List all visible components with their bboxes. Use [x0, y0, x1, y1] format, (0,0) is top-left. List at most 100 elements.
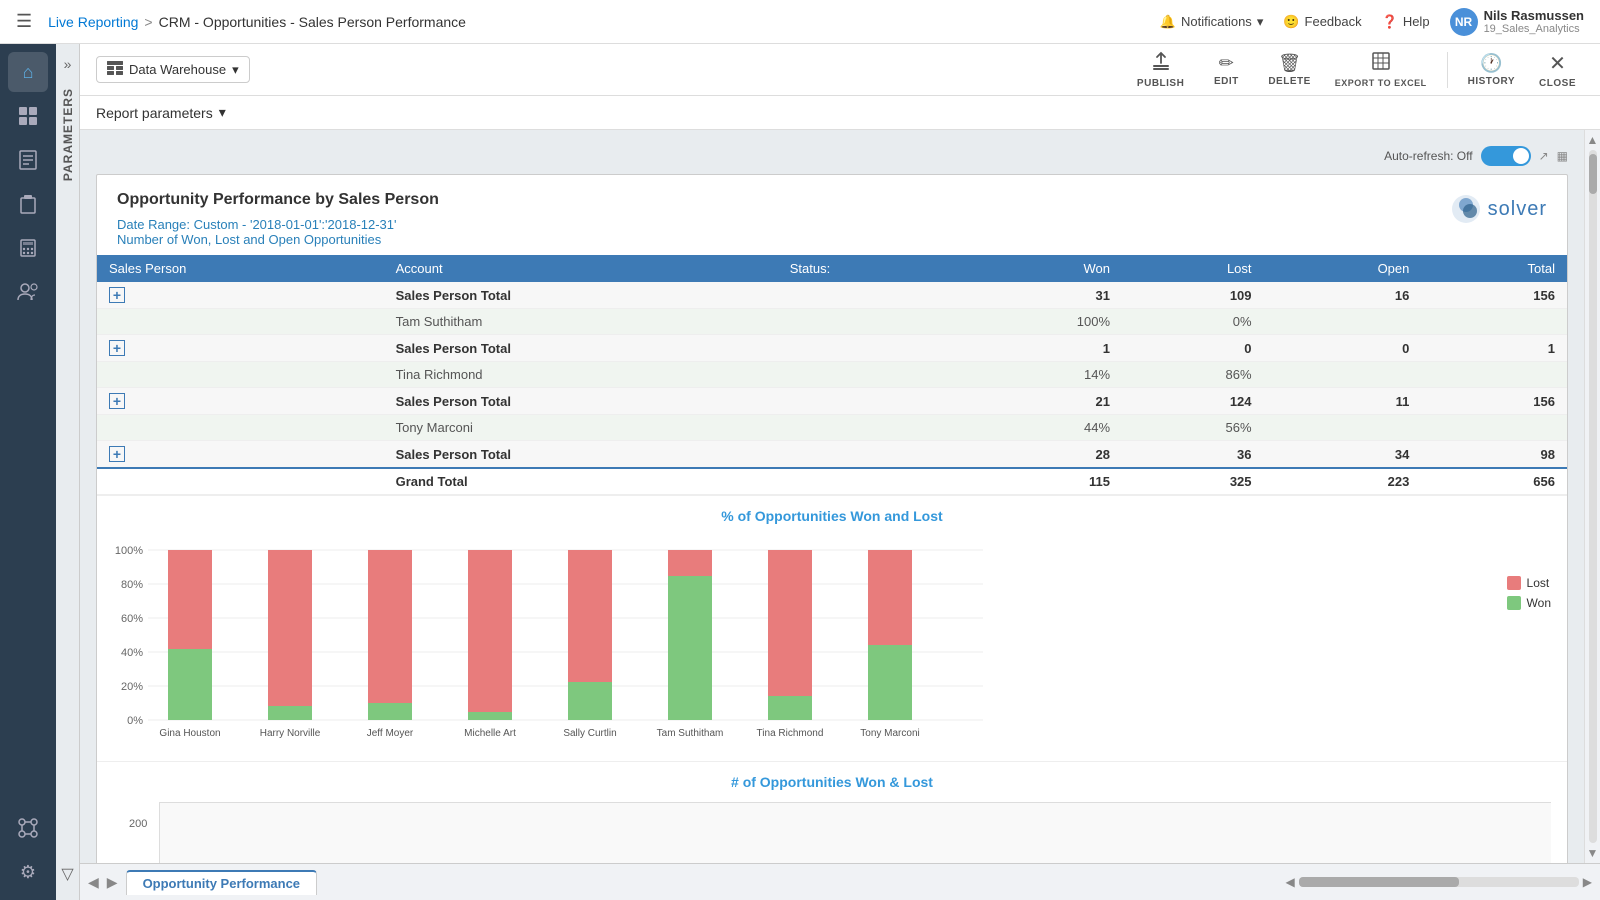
svg-text:Sally Curtlin: Sally Curtlin: [563, 728, 616, 739]
content-area: Data Warehouse ▾ PUBLISH ✏: [80, 44, 1600, 900]
svg-text:40%: 40%: [121, 647, 143, 659]
h-scroll-track[interactable]: [1299, 877, 1579, 887]
svg-text:Tony Marconi: Tony Marconi: [860, 728, 919, 739]
sidebar-item-users[interactable]: [8, 272, 48, 312]
breadcrumb: Live Reporting > CRM - Opportunities - S…: [48, 14, 466, 30]
sidebar-item-calculator[interactable]: [8, 228, 48, 268]
table-row: Tam Suthitham 100% 0%: [97, 309, 1567, 335]
report-panel: Opportunity Performance by Sales Person …: [96, 174, 1568, 863]
breadcrumb-current: CRM - Opportunities - Sales Person Perfo…: [159, 14, 466, 30]
expand-button[interactable]: +: [109, 340, 125, 356]
col-won: Won: [960, 255, 1122, 282]
tab-opportunity-performance[interactable]: Opportunity Performance: [126, 870, 317, 895]
col-sales-person: Sales Person: [97, 255, 384, 282]
expand-button[interactable]: +: [109, 446, 125, 462]
table-row: + Sales Person Total 1 0 0 1: [97, 335, 1567, 362]
feedback-button[interactable]: 🙂 Feedback: [1283, 14, 1361, 30]
vertical-scrollbar[interactable]: ▲ ▼: [1584, 130, 1600, 863]
feedback-label: Feedback: [1305, 14, 1362, 29]
table-row: Tina Richmond 14% 86%: [97, 362, 1567, 388]
chart1-wrapper: 100% 80% 60% 40% 20% 0%: [113, 536, 1551, 749]
sidebar-item-dashboard[interactable]: [8, 96, 48, 136]
auto-refresh-toggle[interactable]: [1481, 146, 1531, 166]
bottom-area: ◀ ▶ Opportunity Performance ◀ ▶: [80, 863, 1600, 900]
breadcrumb-live-reporting[interactable]: Live Reporting: [48, 14, 138, 30]
report-subtitle: Number of Won, Lost and Open Opportuniti…: [117, 232, 439, 247]
legend-won-label: Won: [1527, 596, 1551, 610]
total-label: Sales Person Total: [384, 282, 778, 309]
table-row: Tony Marconi 44% 56%: [97, 415, 1567, 441]
h-scroll-btn-left[interactable]: ◀: [1286, 875, 1295, 889]
svg-text:Tina Richmond: Tina Richmond: [757, 728, 824, 739]
scrollbar-thumb[interactable]: [1589, 154, 1597, 194]
scroll-down-button[interactable]: ▼: [1587, 847, 1599, 859]
tab-next-button[interactable]: ▶: [107, 874, 118, 891]
sidebar-item-settings[interactable]: ⚙: [8, 852, 48, 892]
chart1-legend: Lost Won: [1507, 536, 1551, 749]
auto-refresh-label: Auto-refresh: Off: [1384, 149, 1472, 163]
notifications-button[interactable]: 🔔 Notifications ▾: [1160, 14, 1264, 30]
svg-text:20%: 20%: [121, 681, 143, 693]
left-sidebar: ⌂: [0, 44, 56, 900]
hamburger-icon[interactable]: ☰: [16, 11, 32, 32]
history-button[interactable]: 🕐 HISTORY: [1460, 49, 1523, 91]
chart1-section: % of Opportunities Won and Lost 100% 80%…: [97, 495, 1567, 761]
solver-text: solver: [1488, 198, 1547, 221]
horizontal-scroll: ◀ ▶: [1286, 875, 1592, 889]
export-label: EXPORT TO EXCEL: [1335, 78, 1427, 88]
secondary-sidebar: » Parameters ▽: [56, 44, 80, 900]
tab-prev-button[interactable]: ◀: [88, 874, 99, 891]
notifications-chevron: ▾: [1257, 14, 1264, 30]
sidebar-item-reports[interactable]: [8, 140, 48, 180]
col-open: Open: [1264, 255, 1422, 282]
external-link-icon[interactable]: ↗: [1539, 149, 1549, 163]
tab-bar: ◀ ▶ Opportunity Performance ◀ ▶: [80, 864, 1600, 900]
svg-text:80%: 80%: [121, 579, 143, 591]
user-profile[interactable]: NR Nils Rasmussen 19_Sales_Analytics: [1450, 8, 1584, 36]
col-account: Account: [384, 255, 778, 282]
expand-button[interactable]: +: [109, 287, 125, 303]
close-icon: ✕: [1549, 51, 1566, 76]
grid-view-icon[interactable]: ▦: [1557, 149, 1568, 163]
col-status: Status:: [778, 255, 960, 282]
grand-total-row: Grand Total 115 325 223 656: [97, 468, 1567, 495]
delete-button[interactable]: 🗑 DELETE: [1260, 49, 1318, 91]
data-warehouse-button[interactable]: Data Warehouse ▾: [96, 56, 250, 83]
export-excel-button[interactable]: EXPORT TO EXCEL: [1327, 47, 1435, 92]
main-layout: ⌂: [0, 44, 1600, 900]
toolbar: Data Warehouse ▾ PUBLISH ✏: [80, 44, 1600, 96]
help-label: Help: [1403, 14, 1430, 29]
chart2-y-200: 200: [129, 818, 147, 830]
sidebar-item-integrations[interactable]: [8, 808, 48, 848]
legend-lost-color: [1507, 576, 1521, 590]
collapse-button[interactable]: »: [64, 56, 72, 72]
history-icon: 🕐: [1480, 53, 1502, 74]
report-params-label: Report parameters: [96, 105, 213, 121]
avatar: NR: [1450, 8, 1478, 36]
svg-text:Tam Suthitham: Tam Suthitham: [657, 728, 724, 739]
user-name: Nils Rasmussen: [1484, 8, 1584, 23]
legend-lost: Lost: [1507, 576, 1551, 590]
h-scroll-btn-right[interactable]: ▶: [1583, 875, 1592, 889]
params-bar: Report parameters ▾: [80, 96, 1600, 130]
edit-button[interactable]: ✏ EDIT: [1200, 49, 1252, 91]
edit-label: EDIT: [1214, 76, 1239, 87]
close-button[interactable]: ✕ CLOSE: [1531, 47, 1584, 93]
help-button[interactable]: ❓ Help: [1382, 14, 1430, 30]
sidebar-item-clipboard[interactable]: [8, 184, 48, 224]
parameters-label: Parameters: [61, 88, 75, 181]
report-params-button[interactable]: Report parameters ▾: [96, 104, 226, 121]
scroll-up-button[interactable]: ▲: [1587, 134, 1599, 146]
sidebar-item-home[interactable]: ⌂: [8, 52, 48, 92]
col-lost: Lost: [1122, 255, 1264, 282]
table-row: + Sales Person Total 28 36 34 98: [97, 441, 1567, 469]
publish-button[interactable]: PUBLISH: [1129, 47, 1192, 93]
top-nav: ☰ Live Reporting > CRM - Opportunities -…: [0, 0, 1600, 44]
publish-label: PUBLISH: [1137, 78, 1184, 89]
report-date-range: Date Range: Custom - '2018-01-01':'2018-…: [117, 217, 439, 232]
expand-button[interactable]: +: [109, 393, 125, 409]
notifications-label: Notifications: [1181, 14, 1252, 29]
scrollbar-track[interactable]: [1589, 150, 1597, 843]
h-scroll-thumb[interactable]: [1299, 877, 1459, 887]
filter-icon[interactable]: ▽: [61, 864, 73, 884]
